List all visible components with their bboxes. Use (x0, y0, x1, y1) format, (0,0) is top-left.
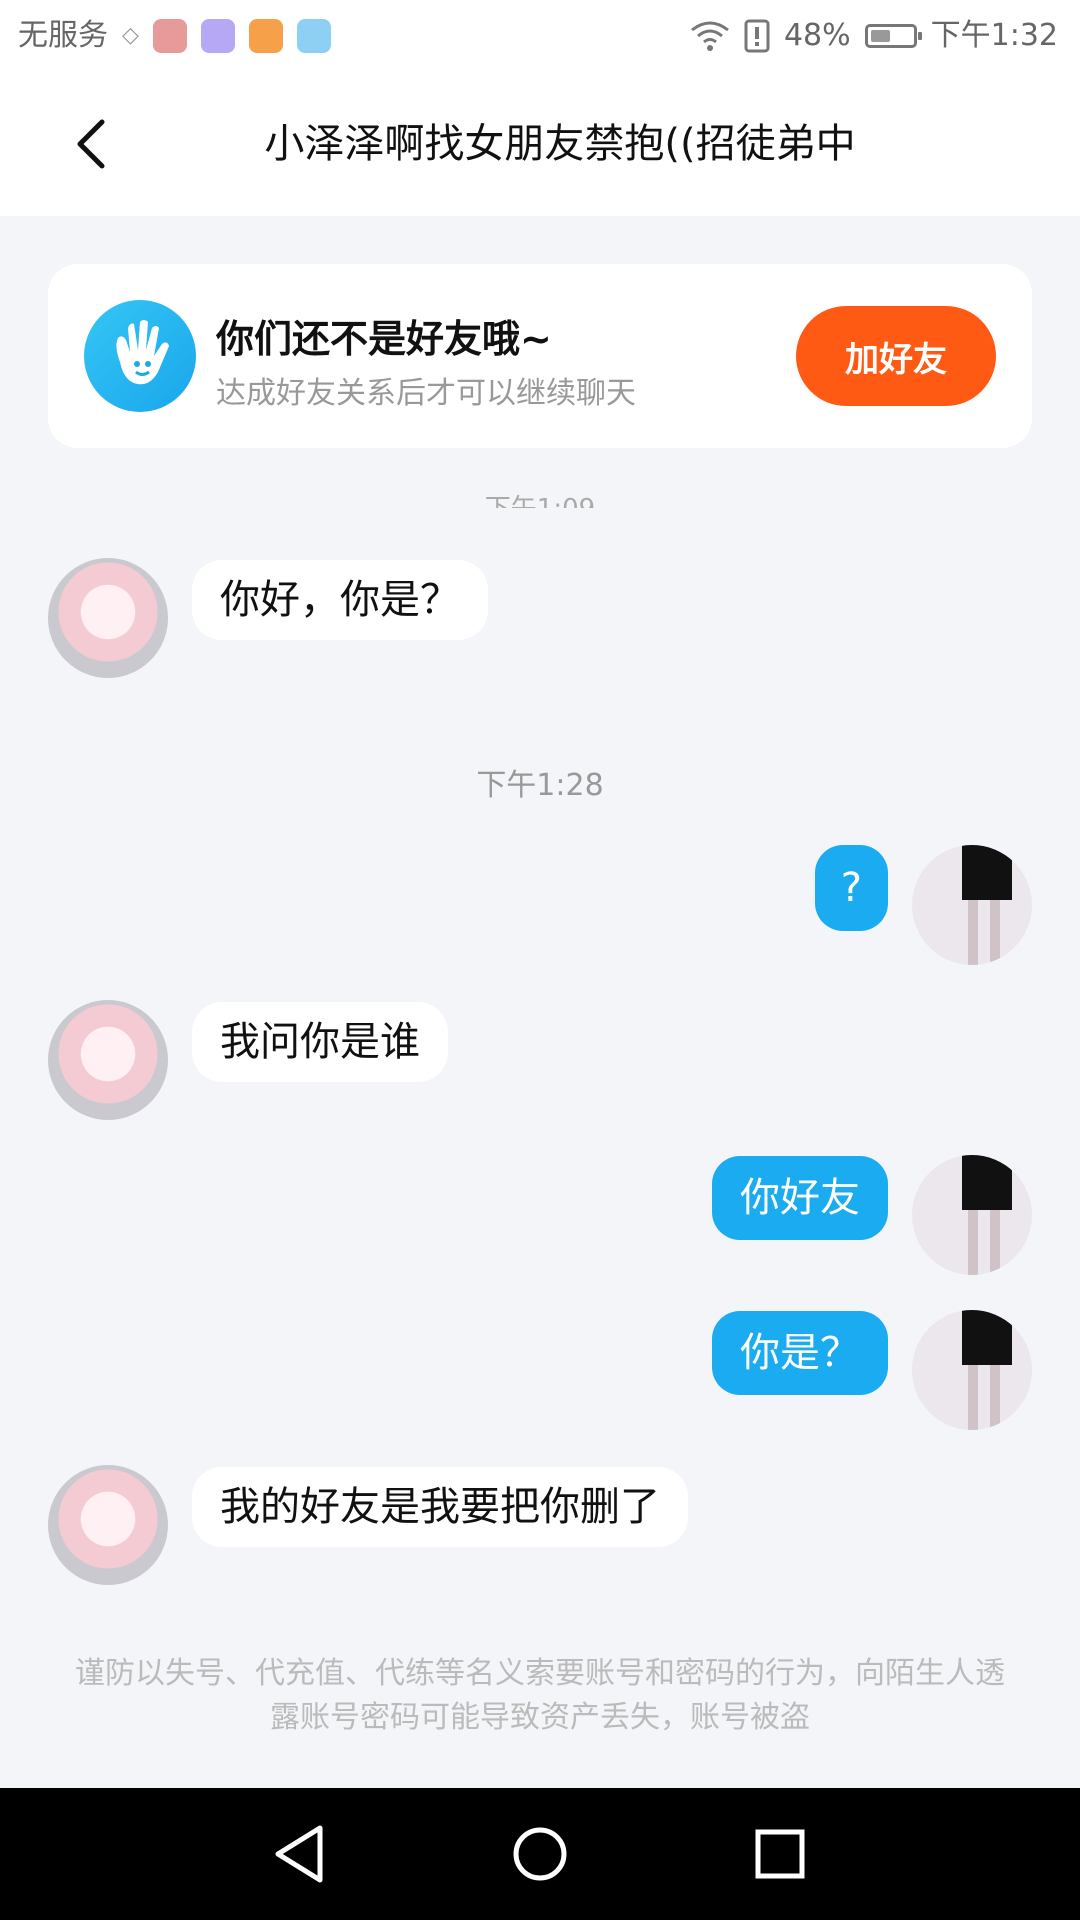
add-friend-button[interactable]: 加好友 (796, 306, 996, 406)
my-avatar[interactable] (912, 1155, 1032, 1275)
music-app-icon (200, 19, 235, 53)
status-right: 48% 下午1:32 (690, 0, 1058, 72)
cloud-app-icon (296, 19, 331, 53)
message-bubble-sent[interactable]: 你好友 (712, 1156, 888, 1240)
sim-icon: ◇ (122, 23, 139, 48)
banner-subtitle: 达成好友关系后才可以继续聊天 (216, 376, 636, 411)
carrier-text: 无服务 (18, 18, 108, 53)
alert-signal-icon (744, 19, 770, 53)
wave-hand-icon (84, 300, 196, 412)
chat-title: 小泽泽啊找女朋友禁抱((招徒弟中 (264, 121, 856, 167)
system-nav-bar (0, 1788, 1080, 1920)
nav-back-icon[interactable] (260, 1814, 340, 1894)
message-bubble-sent[interactable]: ? (814, 845, 888, 931)
nav-home-icon[interactable] (500, 1814, 580, 1894)
app-notification-icon (152, 19, 187, 53)
my-avatar[interactable] (912, 845, 1032, 965)
clock-time: 下午1:32 (930, 18, 1058, 53)
contact-avatar[interactable] (48, 1465, 168, 1585)
contact-avatar[interactable] (48, 558, 168, 678)
wifi-icon (691, 21, 729, 51)
security-notice: 谨防以失号、代充值、代练等名义索要账号和密码的行为，向陌生人透露账号密码可能导致… (75, 1656, 1005, 1735)
chat-screen: 无服务 ◇ 48% 下午1:32 小泽泽啊找女朋友禁抱((招徒弟中 你们还不是好… (0, 0, 1080, 1920)
message-bubble-received[interactable]: 我的好友是我要把你删了 (192, 1467, 688, 1547)
battery-icon (864, 24, 922, 48)
battery-percent: 48% (783, 18, 851, 53)
my-avatar[interactable] (912, 1310, 1032, 1430)
nav-recents-icon[interactable] (740, 1814, 820, 1894)
partial-time-divider: 下午1:09 (0, 488, 1080, 508)
banner-title: 你们还不是好友哦~ (216, 317, 552, 361)
time-divider: 下午1:28 (476, 768, 604, 803)
status-left: 无服务 ◇ (18, 0, 331, 72)
contact-avatar[interactable] (48, 1000, 168, 1120)
message-bubble-sent[interactable]: 你是？ (712, 1311, 888, 1395)
not-friend-banner: 你们还不是好友哦~ 达成好友关系后才可以继续聊天 加好友 (48, 264, 1032, 448)
status-bar: 无服务 ◇ 48% 下午1:32 (0, 0, 1080, 72)
back-arrow-icon[interactable] (62, 114, 122, 174)
chat-header: 小泽泽啊找女朋友禁抱((招徒弟中 (0, 72, 1080, 216)
video-app-icon (248, 19, 283, 53)
message-bubble-received[interactable]: 我问你是谁 (192, 1002, 448, 1082)
message-bubble-received[interactable]: 你好，你是？ (192, 560, 488, 640)
